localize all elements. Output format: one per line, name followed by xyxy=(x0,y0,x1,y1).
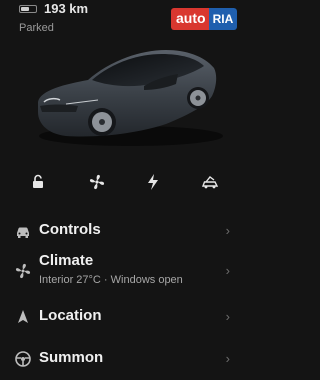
chevron-right-icon: › xyxy=(225,263,230,278)
menu-item-controls[interactable]: Controls › xyxy=(0,220,250,242)
range-readout: 193 km xyxy=(44,1,89,16)
quick-actions xyxy=(0,170,250,196)
watermark-left: auto xyxy=(171,8,209,30)
watermark-logo: auto RIA xyxy=(171,8,238,30)
vehicle-status: Parked xyxy=(19,22,54,34)
climate-fan-button[interactable] xyxy=(85,170,109,194)
menu-item-location[interactable]: Location › xyxy=(0,306,250,328)
controls-label: Controls xyxy=(39,221,101,238)
chevron-right-icon: › xyxy=(225,223,230,238)
steering-wheel-icon xyxy=(15,351,31,367)
charge-button[interactable] xyxy=(141,170,165,194)
battery-level-fill xyxy=(21,7,29,11)
summon-label: Summon xyxy=(39,349,104,366)
unlock-button[interactable] xyxy=(26,170,50,194)
car-image xyxy=(38,50,223,146)
location-label: Location xyxy=(39,307,102,324)
watermark-right: RIA xyxy=(208,8,238,30)
frunk-button[interactable] xyxy=(198,170,222,194)
menu-item-climate[interactable]: Climate Interior 27°C · Windows open › xyxy=(0,252,250,292)
fan-icon xyxy=(15,263,31,279)
car-icon xyxy=(17,227,29,238)
climate-status: Interior 27°C · Windows open xyxy=(39,274,183,286)
chevron-right-icon: › xyxy=(225,351,230,366)
car-frunk-icon xyxy=(201,176,219,189)
climate-label: Climate xyxy=(39,252,94,269)
chevron-right-icon: › xyxy=(225,309,230,324)
unlock-icon xyxy=(33,174,43,188)
menu-item-summon[interactable]: Summon › xyxy=(0,348,250,370)
battery-icon xyxy=(19,5,37,13)
navigation-arrow-icon xyxy=(18,310,28,323)
lightning-icon xyxy=(148,174,158,190)
fan-icon xyxy=(89,174,105,190)
